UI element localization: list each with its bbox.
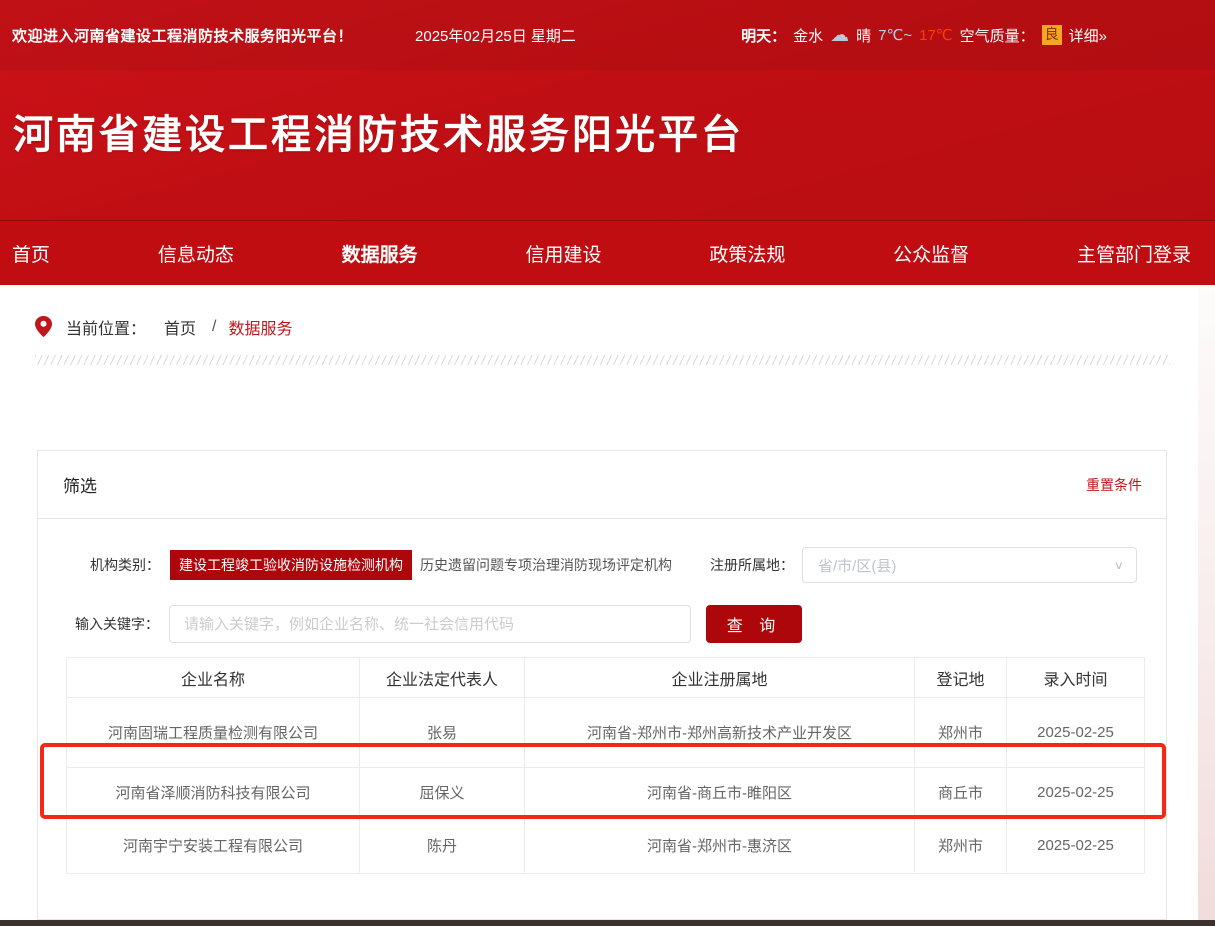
cell-registration-place: 商丘市 [915, 768, 1007, 818]
breadcrumb-home-link[interactable]: 首页 [164, 315, 196, 339]
company-table: 企业名称 企业法定代表人 企业注册属地 登记地 录入时间 河南固瑞工程质量检测有… [66, 657, 1145, 874]
location-pin-icon [35, 316, 52, 338]
chevron-down-icon: ∨ [1114, 558, 1124, 572]
nav-item-supervision[interactable]: 公众监督 [893, 240, 969, 267]
cell-registration-place: 郑州市 [915, 698, 1007, 768]
nav-item-home[interactable]: 首页 [12, 240, 50, 267]
filter-row-keyword: 输入关键字： 查 询 [38, 605, 1166, 643]
weather-detail-link[interactable]: 详细» [1069, 25, 1107, 46]
category-option-other[interactable]: 历史遗留问题专项治理消防现场评定机构 [420, 555, 672, 575]
cell-entry-date: 2025-02-25 [1007, 768, 1145, 818]
table-row[interactable]: 河南固瑞工程质量检测有限公司 张易 河南省-郑州市-郑州高新技术产业开发区 郑州… [67, 698, 1145, 768]
col-registered-location: 企业注册属地 [525, 658, 915, 698]
page-title: 河南省建设工程消防技术服务阳光平台 [0, 70, 1215, 160]
date-text: 2025年02月25日 星期二 [415, 25, 576, 46]
region-select-placeholder: 省/市/区(县) [818, 555, 1114, 576]
weather-tomorrow-label: 明天： [741, 25, 786, 46]
weather-temp-low: 7℃~ [878, 26, 912, 44]
page: 欢迎进入河南省建设工程消防技术服务阳光平台！ 2025年02月25日 星期二 明… [0, 0, 1215, 926]
air-quality-badge: 良 [1042, 25, 1062, 45]
filter-panel-header: 筛选 重置条件 [38, 451, 1166, 519]
page-edge-gradient [1198, 285, 1215, 920]
filter-title: 筛选 [63, 472, 97, 497]
breadcrumb: 当前位置： 首页 / 数据服务 [35, 315, 1215, 339]
search-button[interactable]: 查 询 [706, 605, 802, 643]
cell-legal-rep: 陈丹 [360, 818, 525, 874]
cell-entry-date: 2025-02-25 [1007, 818, 1145, 874]
cell-company-name: 河南宇宁安装工程有限公司 [67, 818, 360, 874]
cell-registered-location: 河南省-郑州市-郑州高新技术产业开发区 [525, 698, 915, 768]
region-select[interactable]: 省/市/区(县) ∨ [802, 547, 1137, 583]
weather-widget: 明天： 金水 ☁ 晴 7℃~ 17℃ 空气质量： 良 详细» [741, 25, 1107, 46]
col-registration-place: 登记地 [915, 658, 1007, 698]
table-row[interactable]: 河南宇宁安装工程有限公司 陈丹 河南省-郑州市-惠济区 郑州市 2025-02-… [67, 818, 1145, 874]
top-utility-bar: 欢迎进入河南省建设工程消防技术服务阳光平台！ 2025年02月25日 星期二 明… [0, 0, 1215, 70]
keyword-label: 输入关键字： [75, 614, 159, 634]
main-content: 当前位置： 首页 / 数据服务 筛选 重置条件 机构类别： 建设工程竣工验收消防… [0, 285, 1215, 920]
cell-registered-location: 河南省-郑州市-惠济区 [525, 818, 915, 874]
air-quality-label: 空气质量： [960, 25, 1035, 46]
filter-row-category: 机构类别： 建设工程竣工验收消防设施检测机构 历史遗留问题专项治理消防现场评定机… [38, 547, 1166, 583]
breadcrumb-current-link[interactable]: 数据服务 [228, 315, 292, 339]
table-header-row: 企业名称 企业法定代表人 企业注册属地 登记地 录入时间 [67, 658, 1145, 698]
cell-company-name: 河南省泽顺消防科技有限公司 [67, 768, 360, 818]
nav-item-credit[interactable]: 信用建设 [525, 240, 601, 267]
filter-panel: 筛选 重置条件 机构类别： 建设工程竣工验收消防设施检测机构 历史遗留问题专项治… [37, 450, 1167, 920]
cloud-icon: ☁ [830, 26, 849, 45]
region-label: 注册所属地： [710, 555, 794, 575]
nav-item-data-service[interactable]: 数据服务 [342, 240, 418, 267]
site-header: 欢迎进入河南省建设工程消防技术服务阳光平台！ 2025年02月25日 星期二 明… [0, 0, 1215, 220]
table-row[interactable]: 河南省泽顺消防科技有限公司 屈保义 河南省-商丘市-睢阳区 商丘市 2025-0… [67, 768, 1145, 818]
breadcrumb-separator: / [212, 318, 216, 336]
nav-item-admin-login[interactable]: 主管部门登录 [1077, 240, 1191, 267]
breadcrumb-label: 当前位置： [66, 315, 146, 339]
cell-legal-rep: 屈保义 [360, 768, 525, 818]
weather-condition: 晴 [856, 25, 871, 46]
nav-item-news[interactable]: 信息动态 [158, 240, 234, 267]
col-legal-rep: 企业法定代表人 [360, 658, 525, 698]
category-label: 机构类别： [90, 555, 160, 575]
col-company-name: 企业名称 [67, 658, 360, 698]
category-option-selected[interactable]: 建设工程竣工验收消防设施检测机构 [170, 550, 412, 580]
cell-company-name: 河南固瑞工程质量检测有限公司 [67, 698, 360, 768]
main-nav: 首页 信息动态 数据服务 信用建设 政策法规 公众监督 主管部门登录 [0, 220, 1215, 285]
nav-item-policy[interactable]: 政策法规 [709, 240, 785, 267]
footer-top-bar [0, 920, 1215, 926]
cell-registration-place: 郑州市 [915, 818, 1007, 874]
col-entry-date: 录入时间 [1007, 658, 1145, 698]
cell-registered-location: 河南省-商丘市-睢阳区 [525, 768, 915, 818]
slash-divider [35, 355, 1170, 365]
weather-temp-high: 17℃ [919, 26, 953, 44]
weather-city: 金水 [793, 25, 823, 46]
cell-legal-rep: 张易 [360, 698, 525, 768]
welcome-text: 欢迎进入河南省建设工程消防技术服务阳光平台！ [12, 25, 353, 46]
keyword-input[interactable] [169, 605, 691, 643]
cell-entry-date: 2025-02-25 [1007, 698, 1145, 768]
reset-conditions-link[interactable]: 重置条件 [1086, 475, 1142, 495]
